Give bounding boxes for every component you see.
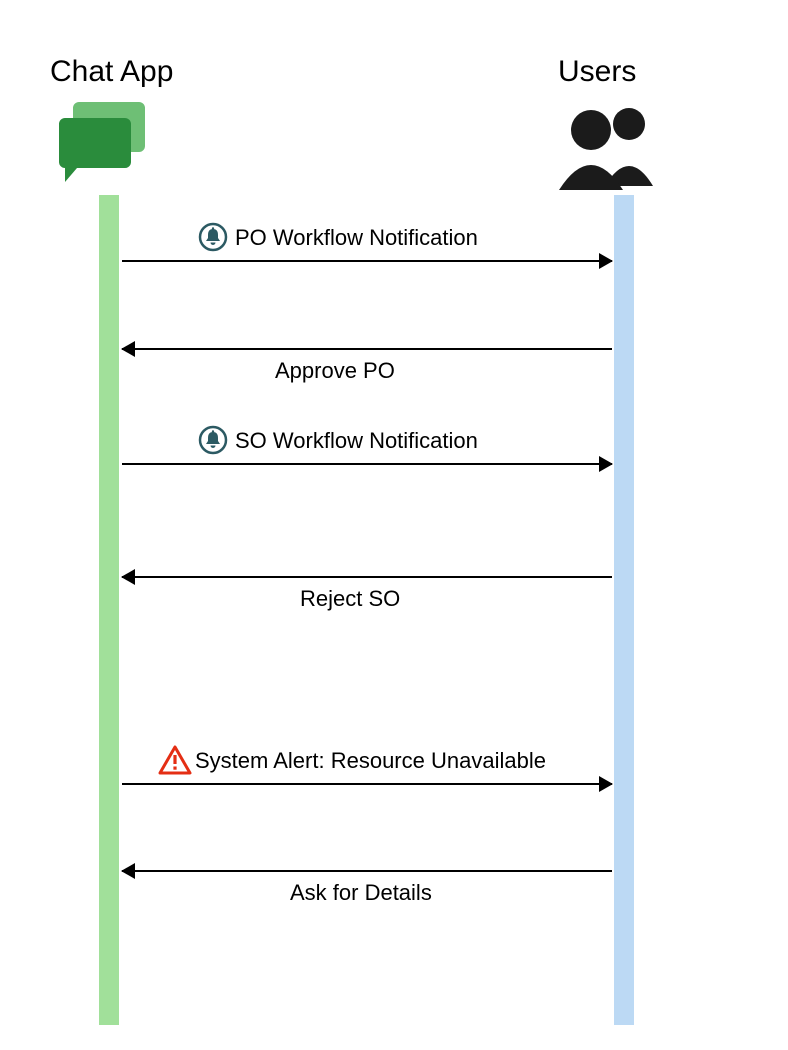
msg5-label: System Alert: Resource Unavailable (195, 748, 546, 774)
msg2-arrow (122, 348, 612, 350)
actor-left-label: Chat App (50, 55, 173, 89)
alert-icon (158, 745, 192, 780)
msg1-arrow (122, 260, 612, 262)
lifeline-chat-app (99, 195, 119, 1025)
msg2-label: Approve PO (275, 358, 395, 384)
users-icon (555, 100, 665, 195)
msg3-label: SO Workflow Notification (235, 428, 478, 454)
msg6-arrow (122, 870, 612, 872)
bell-icon (198, 222, 228, 257)
lifeline-users (614, 195, 634, 1025)
actor-right-label: Users (558, 55, 636, 89)
bell-icon (198, 425, 228, 460)
chat-app-icon (55, 98, 155, 193)
msg3-arrow (122, 463, 612, 465)
msg4-arrow (122, 576, 612, 578)
msg5-arrow (122, 783, 612, 785)
msg6-label: Ask for Details (290, 880, 432, 906)
msg4-label: Reject SO (300, 586, 400, 612)
msg1-label: PO Workflow Notification (235, 225, 478, 251)
sequence-diagram: Chat App Users PO Workflow N (0, 0, 788, 1050)
